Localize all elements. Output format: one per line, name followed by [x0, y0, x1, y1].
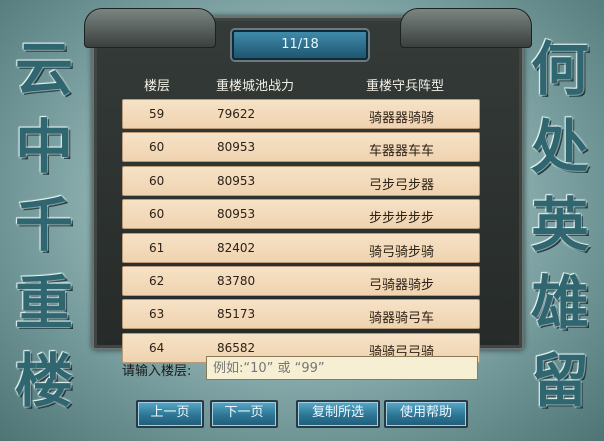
cell-floor: 63 [149, 307, 165, 322]
cell-formation: 弓骑器骑步 [369, 277, 435, 293]
right-char: 处 [530, 113, 589, 181]
table-row[interactable]: 63 85173 骑器骑弓车 [122, 299, 480, 330]
copy-selected-button[interactable]: 复制所选 [296, 400, 380, 428]
cell-power: 86582 [217, 340, 256, 355]
cell-floor: 64 [149, 340, 165, 355]
header-formation: 重楼守兵阵型 [366, 79, 445, 94]
floor-table: 59 79622 骑器器骑骑 60 80953 车器器车车 60 80953 弓… [122, 99, 480, 366]
header-floor: 楼层 [144, 79, 171, 94]
cell-floor: 60 [149, 207, 165, 222]
table-header: 楼层 重楼城池战力 重楼守兵阵型 [120, 70, 480, 96]
cell-formation: 步步步步步 [369, 211, 435, 227]
cell-formation: 骑器骑弓车 [369, 311, 435, 327]
left-char: 中 [14, 113, 73, 181]
left-char: 重 [14, 269, 73, 337]
prev-page-button[interactable]: 上一页 [136, 400, 204, 428]
cell-formation: 车器器车车 [369, 144, 435, 160]
cell-floor: 60 [149, 173, 165, 188]
help-button[interactable]: 使用帮助 [384, 400, 468, 428]
cell-floor: 61 [149, 240, 165, 255]
cell-power: 80953 [217, 140, 256, 155]
cell-power: 82402 [217, 240, 256, 255]
right-char: 英 [530, 191, 589, 259]
left-char: 千 [14, 191, 73, 259]
table-row[interactable]: 60 80953 车器器车车 [122, 132, 480, 163]
right-char: 留 [530, 347, 589, 415]
floor-input[interactable] [206, 356, 478, 380]
cell-power: 85173 [217, 307, 256, 322]
cell-floor: 60 [149, 140, 165, 155]
table-row[interactable]: 61 82402 骑弓骑步骑 [122, 232, 480, 263]
page-indicator: 11/18 [232, 30, 368, 60]
cell-floor: 59 [149, 107, 165, 121]
cell-formation: 骑弓骑步骑 [369, 244, 435, 260]
cell-power: 80953 [217, 207, 256, 222]
right-char: 何 [530, 35, 589, 103]
cell-floor: 62 [149, 273, 165, 288]
header-power: 重楼城池战力 [216, 79, 295, 94]
right-calligraphy: 何 处 英 雄 留 [520, 30, 600, 420]
cell-formation: 弓步弓步器 [369, 177, 435, 193]
dragon-ornament-icon [84, 8, 216, 48]
table-row[interactable]: 62 83780 弓骑器骑步 [122, 265, 480, 296]
next-page-button[interactable]: 下一页 [210, 400, 278, 428]
dragon-ornament-icon [400, 8, 532, 48]
floor-input-label: 请输入楼层: [122, 364, 192, 379]
left-calligraphy: 云 中 千 重 楼 [4, 30, 84, 420]
left-char: 云 [14, 35, 73, 103]
table-row[interactable]: 60 80953 步步步步步 [122, 199, 480, 230]
cell-power: 79622 [217, 107, 256, 121]
table-row[interactable]: 59 79622 骑器器骑骑 [122, 99, 480, 129]
left-char: 楼 [14, 347, 73, 415]
right-char: 雄 [530, 269, 589, 337]
table-row[interactable]: 60 80953 弓步弓步器 [122, 165, 480, 196]
cell-formation: 骑器器骑骑 [369, 111, 435, 126]
cell-power: 80953 [217, 173, 256, 188]
cell-power: 83780 [217, 273, 256, 288]
